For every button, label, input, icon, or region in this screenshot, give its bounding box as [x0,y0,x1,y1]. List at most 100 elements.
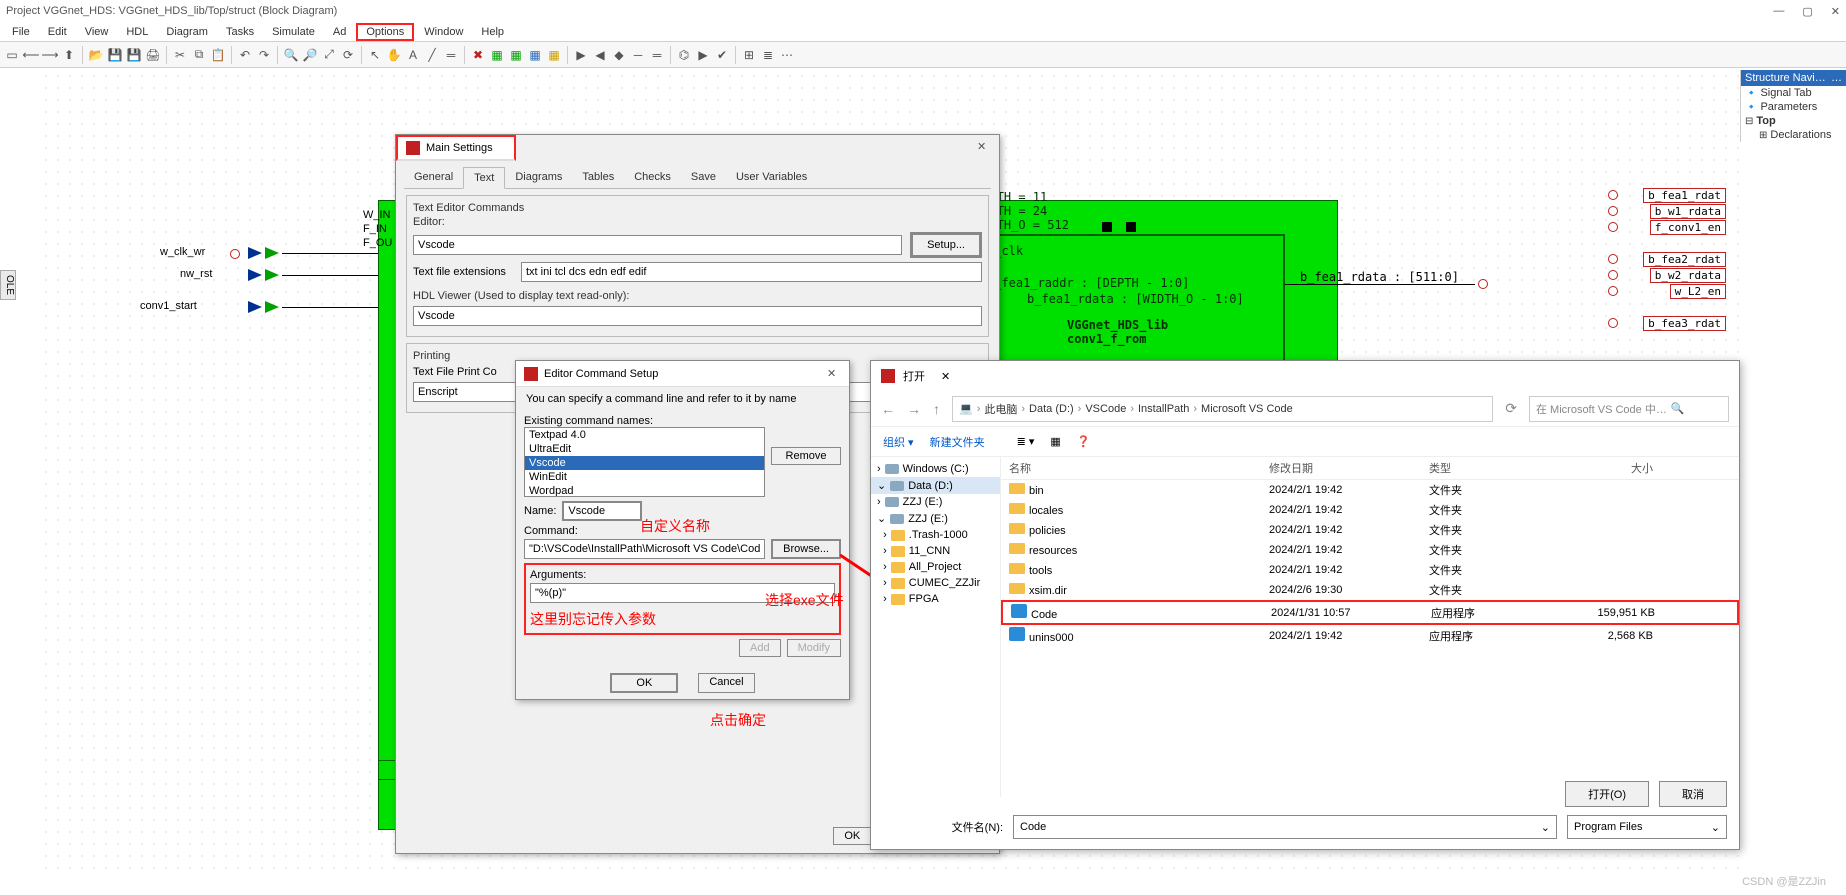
ext-input[interactable] [521,262,982,282]
port-out-icon[interactable]: ◀ [592,47,608,63]
structure-item[interactable]: 🔹Signal Tab [1741,86,1846,100]
list-item[interactable]: UltraEdit [525,442,764,456]
menu-view[interactable]: View [77,25,117,39]
help-icon[interactable]: ❓ [1077,435,1091,448]
search-input[interactable]: 在 Microsoft VS Code 中…🔍 [1529,396,1729,422]
tab-diagrams[interactable]: Diagrams [505,167,572,188]
tree-item[interactable]: › .Trash-1000 [871,527,1000,543]
chevron-down-icon[interactable]: ⌄ [1711,821,1720,834]
grid-icon[interactable]: ⊞ [741,47,757,63]
tab-text[interactable]: Text [463,167,505,189]
cut-icon[interactable]: ✂ [172,47,188,63]
cancel-button[interactable]: 取消 [1659,781,1727,807]
hand-icon[interactable]: ✋ [386,47,402,63]
open-icon[interactable]: 📂 [88,47,104,63]
refresh-icon[interactable]: ⟳ [340,47,356,63]
menu-options[interactable]: Options [356,23,414,41]
remove-button[interactable]: Remove [771,447,841,465]
find-icon[interactable]: 🔍 [283,47,299,63]
close-icon[interactable]: ✕ [1831,5,1840,18]
file-row[interactable]: unins0002024/2/1 19:42应用程序2,568 KB [1001,625,1739,646]
name-input[interactable] [562,501,642,521]
port-inout-icon[interactable]: ◆ [611,47,627,63]
zoomfit-icon[interactable]: ⤢ [321,47,337,63]
back-icon[interactable]: ⟵ [23,47,39,63]
hier-icon[interactable]: ⌬ [676,47,692,63]
nav-back-icon[interactable]: ← [881,401,895,417]
tree-item[interactable]: › CUMEC_ZZJir [871,575,1000,591]
handle-icon[interactable] [1102,222,1112,232]
saveall-icon[interactable]: 💾 [126,47,142,63]
undo-icon[interactable]: ↶ [237,47,253,63]
tree-item[interactable]: ⌄ Data (D:) [871,477,1000,494]
menu-help[interactable]: Help [473,25,512,39]
sim-icon[interactable]: ▶ [695,47,711,63]
browse-button[interactable]: Browse... [771,539,841,559]
bus-icon[interactable]: ═ [443,47,459,63]
close-icon[interactable]: ✕ [827,367,841,380]
block4-icon[interactable]: ▦ [546,47,562,63]
menu-simulate[interactable]: Simulate [264,25,323,39]
print-icon[interactable]: 🖨 [145,47,161,63]
structure-item[interactable]: ⊞ Declarations [1741,128,1846,142]
structure-item[interactable]: ⊟ Top [1741,114,1846,128]
tab-uservars[interactable]: User Variables [726,167,817,188]
structure-item[interactable]: 🔹Parameters [1741,100,1846,114]
command-list[interactable]: Textpad 4.0 UltraEdit Vscode WinEdit Wor… [524,427,765,497]
add-button[interactable]: Add [739,639,781,657]
folder-tree[interactable]: › Windows (C:) ⌄ Data (D:) › ZZJ (E:) ⌄ … [871,457,1001,797]
maximize-icon[interactable]: ▢ [1802,5,1812,18]
delete-icon[interactable]: ✖ [470,47,486,63]
file-row[interactable]: resources2024/2/1 19:42文件夹 [1001,540,1739,560]
viewer-input[interactable] [413,306,982,326]
list-item[interactable]: Wordpad [525,484,764,497]
file-row[interactable]: xsim.dir2024/2/6 19:30文件夹 [1001,580,1739,600]
tab-tables[interactable]: Tables [572,167,624,188]
nav-up-icon[interactable]: ↑ [933,401,940,417]
new-icon[interactable]: ▭ [4,47,20,63]
list-item[interactable]: WinEdit [525,470,764,484]
organize-button[interactable]: 组织 ▾ [883,434,914,450]
handle-icon[interactable] [1126,222,1136,232]
menu-hdl[interactable]: HDL [118,25,156,39]
zoom-icon[interactable]: 🔎 [302,47,318,63]
ole-tab[interactable]: OLE [0,270,16,300]
ok-button[interactable]: OK [833,827,871,845]
setup-button[interactable]: Setup... [910,232,982,258]
tab-general[interactable]: General [404,167,463,188]
command-input[interactable] [524,539,765,559]
list-item[interactable]: Vscode [525,456,764,470]
minimize-icon[interactable]: — [1773,5,1784,18]
tab-checks[interactable]: Checks [624,167,681,188]
file-row[interactable]: Code2024/1/31 10:57应用程序159,951 KB [1001,600,1739,625]
tree-item[interactable]: › FPGA [871,591,1000,607]
block3-icon[interactable]: ▦ [527,47,543,63]
open-button[interactable]: 打开(O) [1565,781,1649,807]
panel-close-icon[interactable]: … [1831,72,1842,84]
text-icon[interactable]: A [405,47,421,63]
menu-window[interactable]: Window [416,25,471,39]
editor-input[interactable] [413,235,902,255]
tree-item[interactable]: › ZZJ (E:) [871,494,1000,510]
net-icon[interactable]: ╱ [424,47,440,63]
menu-edit[interactable]: Edit [40,25,75,39]
bus2-icon[interactable]: ═ [649,47,665,63]
refresh-icon[interactable]: ⟳ [1505,400,1517,417]
paste-icon[interactable]: 📋 [210,47,226,63]
menu-ad[interactable]: Ad [325,25,354,39]
tree-item[interactable]: › Windows (C:) [871,461,1000,477]
ok-button[interactable]: OK [610,673,678,693]
menu-tasks[interactable]: Tasks [218,25,262,39]
block-rom[interactable]: w_clk b_fea1_raddr : [DEPTH - 1:0] b_fea… [975,234,1285,374]
cursor-icon[interactable]: ↖ [367,47,383,63]
menu-file[interactable]: File [4,25,38,39]
tree-item[interactable]: ⌄ ZZJ (E:) [871,510,1000,527]
port-in-icon[interactable]: ▶ [573,47,589,63]
file-row[interactable]: policies2024/2/1 19:42文件夹 [1001,520,1739,540]
block-icon[interactable]: ▦ [489,47,505,63]
tree-item[interactable]: › All_Project [871,559,1000,575]
nav-forward-icon[interactable]: → [907,401,921,417]
block2-icon[interactable]: ▦ [508,47,524,63]
close-icon[interactable]: ✕ [977,140,991,153]
file-row[interactable]: bin2024/2/1 19:42文件夹 [1001,480,1739,500]
